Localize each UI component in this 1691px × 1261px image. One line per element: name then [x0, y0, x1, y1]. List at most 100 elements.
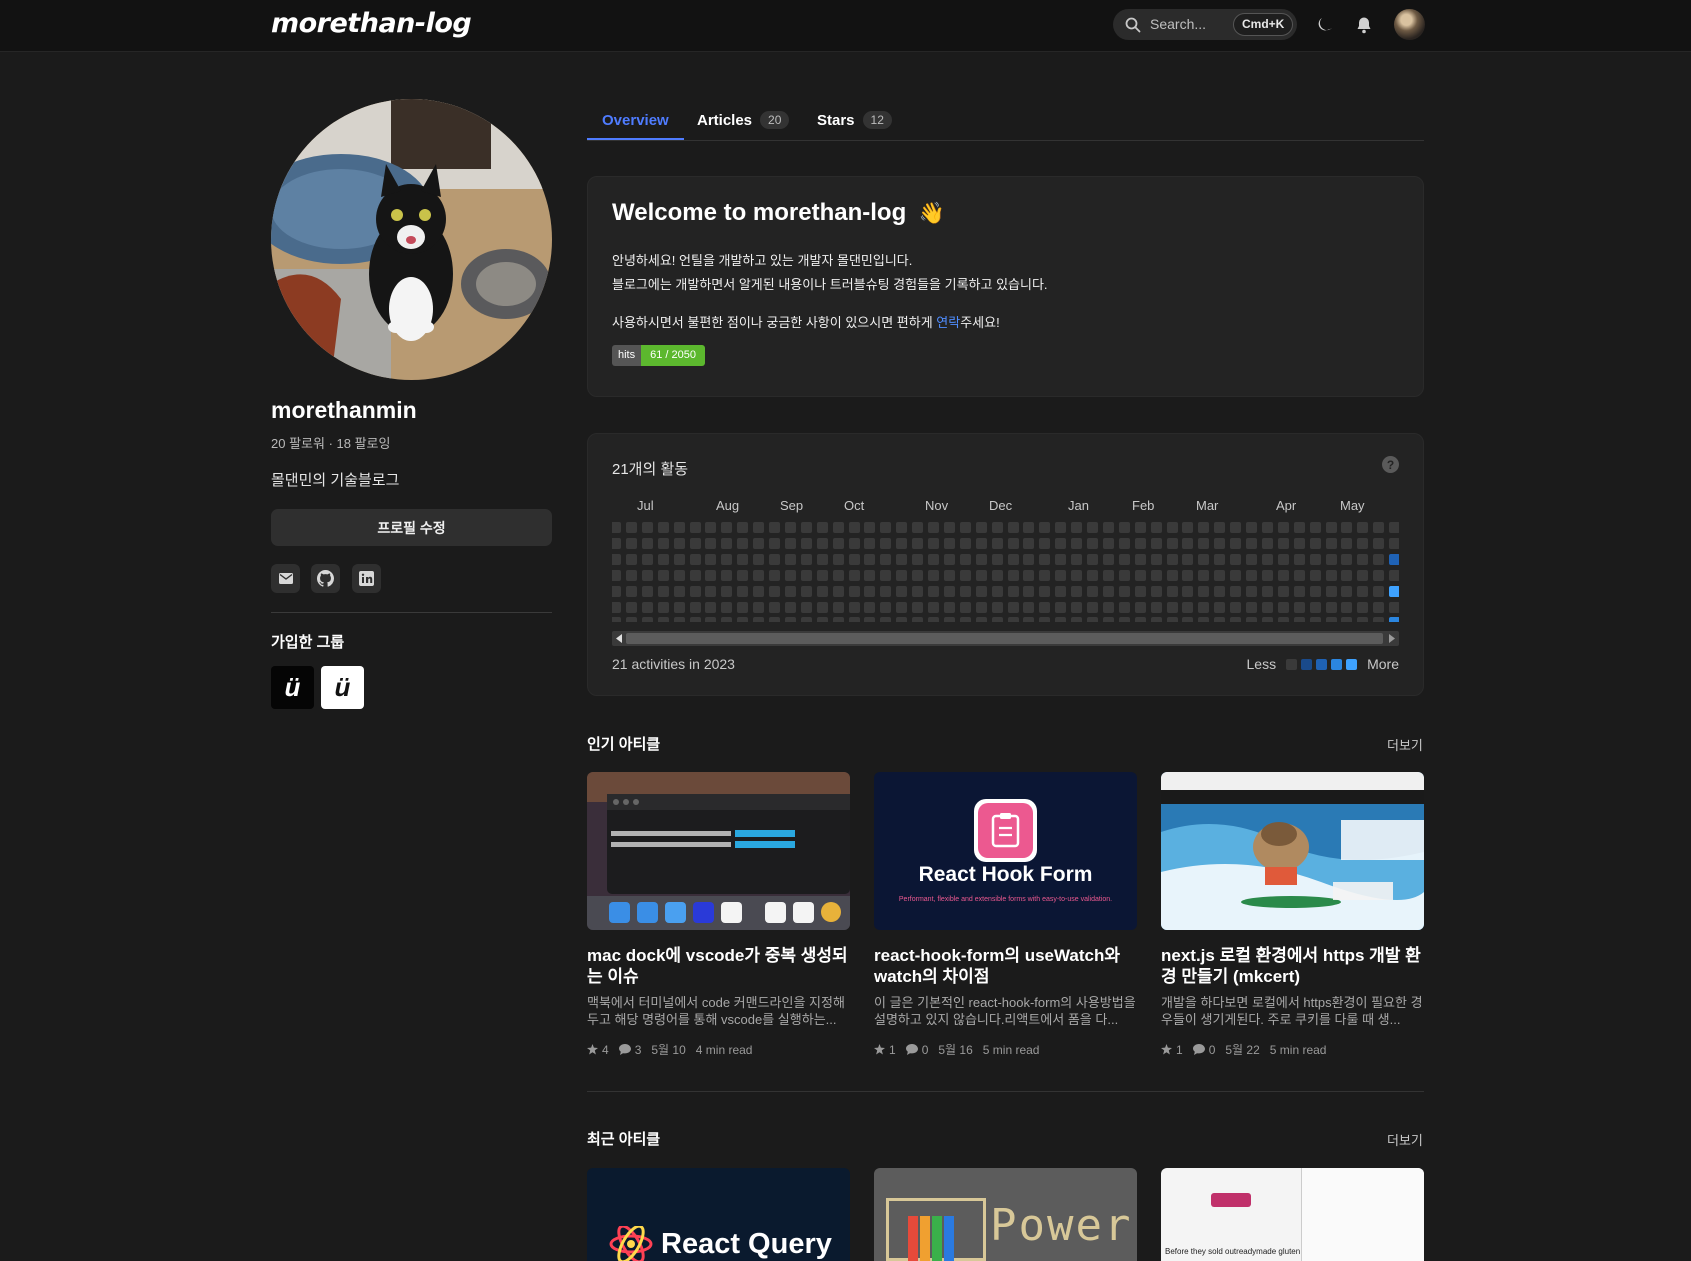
- contribution-cell[interactable]: [1389, 569, 1399, 581]
- contribution-cell[interactable]: [673, 585, 685, 597]
- contribution-cell[interactable]: [864, 553, 876, 565]
- contribution-cell[interactable]: [1325, 537, 1337, 549]
- contribution-cell[interactable]: [1102, 569, 1114, 581]
- contribution-cell[interactable]: [1134, 569, 1146, 581]
- contribution-cell[interactable]: [832, 601, 844, 613]
- contribution-cell[interactable]: [625, 522, 637, 533]
- contribution-cell[interactable]: [975, 601, 987, 613]
- contribution-cell[interactable]: [975, 617, 987, 622]
- contribution-cell[interactable]: [1071, 617, 1083, 622]
- contribution-cell[interactable]: [721, 569, 733, 581]
- contribution-cell[interactable]: [928, 617, 939, 622]
- contribution-cell[interactable]: [1071, 553, 1083, 565]
- contribution-cell[interactable]: [1150, 537, 1162, 549]
- contribution-cell[interactable]: [1150, 553, 1162, 565]
- linkedin-link[interactable]: [352, 564, 381, 593]
- contribution-cell[interactable]: [991, 537, 1003, 549]
- contribution-cell[interactable]: [1071, 522, 1083, 533]
- edit-profile-button[interactable]: 프로필 수정: [271, 509, 552, 546]
- contribution-cell[interactable]: [1357, 553, 1369, 565]
- contribution-cell[interactable]: [800, 522, 812, 533]
- contribution-cell[interactable]: [1102, 537, 1114, 549]
- contribution-cell[interactable]: [864, 601, 876, 613]
- contribution-cell[interactable]: [880, 585, 892, 597]
- contribution-cell[interactable]: [1357, 537, 1369, 549]
- contribution-cell[interactable]: [1182, 553, 1194, 565]
- contribution-cell[interactable]: [1023, 617, 1035, 622]
- contribution-cell[interactable]: [705, 585, 717, 597]
- group-item-dark[interactable]: ü: [271, 666, 314, 709]
- contribution-cell[interactable]: [959, 617, 971, 622]
- contribution-cell[interactable]: [625, 553, 637, 565]
- contribution-cell[interactable]: [1055, 537, 1067, 549]
- recent-thumbnail[interactable]: Power: [874, 1168, 1137, 1261]
- contribution-cell[interactable]: [1102, 585, 1114, 597]
- contribution-cell[interactable]: [1023, 553, 1035, 565]
- contribution-cell[interactable]: [991, 553, 1003, 565]
- contribution-cell[interactable]: [1071, 601, 1083, 613]
- contribution-cell[interactable]: [1325, 601, 1337, 613]
- contribution-cell[interactable]: [816, 601, 828, 613]
- contribution-cell[interactable]: [625, 585, 637, 597]
- contribution-cell[interactable]: [1246, 585, 1257, 597]
- contribution-cell[interactable]: [1230, 569, 1242, 581]
- contribution-cell[interactable]: [975, 585, 987, 597]
- contribution-cell[interactable]: [784, 617, 796, 622]
- contribution-cell[interactable]: [1325, 585, 1337, 597]
- recent-thumbnail[interactable]: React Query: [587, 1168, 850, 1261]
- contribution-cell[interactable]: [641, 617, 653, 622]
- contribution-cell[interactable]: [625, 537, 637, 549]
- contribution-cell[interactable]: [1246, 601, 1257, 613]
- contribution-cell[interactable]: [641, 601, 653, 613]
- contribution-cell[interactable]: [705, 569, 717, 581]
- contribution-cell[interactable]: [1118, 522, 1130, 533]
- contribution-cell[interactable]: [705, 537, 717, 549]
- contribution-cell[interactable]: [991, 617, 1003, 622]
- contribution-cell[interactable]: [1166, 601, 1178, 613]
- contribution-cell[interactable]: [657, 522, 669, 533]
- contribution-cell[interactable]: [1341, 522, 1353, 533]
- contribution-cell[interactable]: [1373, 522, 1385, 533]
- contribution-cell[interactable]: [1087, 585, 1098, 597]
- contribution-cell[interactable]: [880, 553, 892, 565]
- contribution-cell[interactable]: [1325, 522, 1337, 533]
- contribution-cell[interactable]: [800, 585, 812, 597]
- contribution-cell[interactable]: [1118, 537, 1130, 549]
- contribution-cell[interactable]: [1087, 617, 1098, 622]
- contribution-cell[interactable]: [1007, 585, 1019, 597]
- contribution-cell[interactable]: [832, 522, 844, 533]
- contribution-cell[interactable]: [816, 617, 828, 622]
- github-link[interactable]: [311, 564, 340, 593]
- contribution-cell[interactable]: [641, 537, 653, 549]
- contribution-cell[interactable]: [1198, 569, 1210, 581]
- contribution-cell[interactable]: [1389, 553, 1399, 565]
- contribution-cell[interactable]: [1261, 537, 1273, 549]
- contribution-cell[interactable]: [1214, 601, 1226, 613]
- contribution-cell[interactable]: [1341, 537, 1353, 549]
- contribution-cell[interactable]: [880, 601, 892, 613]
- contribution-cell[interactable]: [943, 522, 955, 533]
- contribution-cell[interactable]: [1055, 569, 1067, 581]
- scroll-thumb[interactable]: [626, 633, 1383, 644]
- contribution-cell[interactable]: [1087, 553, 1098, 565]
- contribution-cell[interactable]: [641, 569, 653, 581]
- contribution-cell[interactable]: [1118, 601, 1130, 613]
- contribution-cell[interactable]: [1230, 601, 1242, 613]
- contribution-cell[interactable]: [673, 522, 685, 533]
- contribution-cell[interactable]: [1309, 585, 1321, 597]
- contribution-cell[interactable]: [896, 601, 908, 613]
- contribution-cell[interactable]: [612, 569, 621, 581]
- contribution-cell[interactable]: [657, 601, 669, 613]
- contribution-cell[interactable]: [737, 601, 749, 613]
- contribution-cell[interactable]: [1325, 553, 1337, 565]
- contribution-cell[interactable]: [737, 617, 749, 622]
- contribution-cell[interactable]: [912, 585, 924, 597]
- contribution-cell[interactable]: [912, 569, 924, 581]
- contribution-cell[interactable]: [1166, 617, 1178, 622]
- contribution-cell[interactable]: [1246, 569, 1257, 581]
- contribution-cell[interactable]: [1293, 522, 1305, 533]
- contribution-cell[interactable]: [1341, 617, 1353, 622]
- article-title[interactable]: mac dock에 vscode가 중복 생성되는 이슈: [587, 945, 850, 987]
- contribution-cell[interactable]: [1039, 601, 1051, 613]
- article-thumbnail[interactable]: [587, 772, 850, 930]
